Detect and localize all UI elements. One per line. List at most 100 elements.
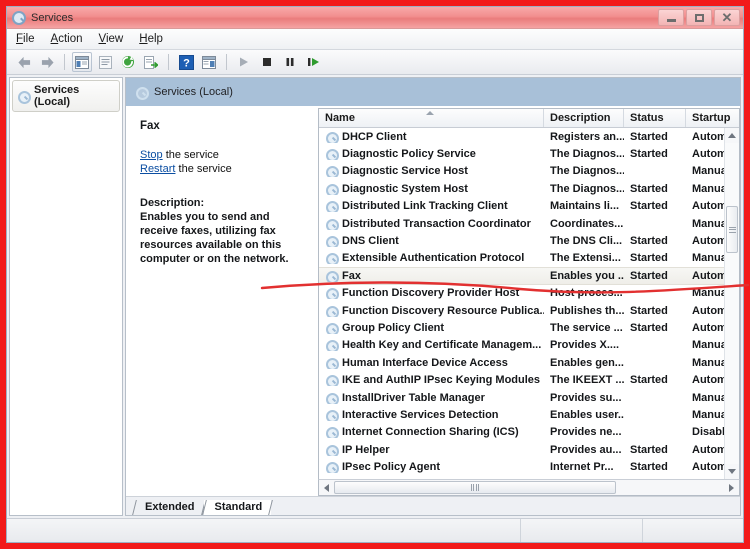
close-button[interactable]: ✕ (714, 9, 740, 26)
export-list-button[interactable] (141, 52, 161, 72)
service-name-label: Extensible Authentication Protocol (342, 252, 525, 265)
service-name-label: IP Helper (342, 443, 390, 456)
help-button[interactable]: ? (176, 52, 196, 72)
cell-description: Registers an... (550, 130, 624, 143)
table-row[interactable]: IKE and AuthIP IPsec Keying Modules The I… (319, 371, 724, 388)
vertical-scroll-thumb[interactable] (726, 206, 738, 253)
menu-item-action[interactable]: Action (51, 33, 83, 45)
horizontal-scroll-thumb[interactable] (334, 481, 616, 494)
forward-button[interactable] (37, 52, 57, 72)
service-name-label: Distributed Transaction Coordinator (342, 217, 531, 230)
toolbar: ? (7, 50, 743, 75)
tab-standard[interactable]: Standard (203, 500, 272, 515)
service-gear-icon (325, 270, 339, 282)
menu-item-view[interactable]: View (99, 33, 124, 45)
stop-service-action: Stop the service (140, 149, 306, 161)
cell-status: Started (630, 182, 668, 195)
table-row[interactable]: Extensible Authentication Protocol The Ex… (319, 250, 724, 267)
scroll-down-button[interactable] (725, 464, 739, 479)
scroll-right-button[interactable] (724, 480, 739, 495)
start-service-button[interactable] (234, 52, 254, 72)
list-horizontal-scrollbar[interactable] (318, 479, 740, 496)
table-row[interactable]: Distributed Transaction Coordinator Coord… (319, 215, 724, 232)
cell-description: Provides X.... (550, 339, 620, 352)
table-row[interactable]: DNS Client The DNS Cli... Started Automa (319, 232, 724, 249)
table-row[interactable]: Diagnostic Service Host The Diagnos... Man… (319, 163, 724, 180)
service-name-label: Diagnostic System Host (342, 182, 468, 195)
show-hide-tree-button[interactable] (72, 52, 92, 72)
maximize-button[interactable] (686, 9, 712, 26)
cell-startup: Automa (692, 130, 724, 143)
service-gear-icon (325, 287, 339, 300)
console-tree-pane: Services (Local) (9, 77, 123, 516)
pane-header-title: Services (Local) (154, 86, 233, 98)
table-row[interactable]: IPsec Policy Agent Internet Pr... Started A… (319, 458, 724, 475)
grip-icon (728, 225, 736, 234)
cell-startup: Automa (692, 200, 724, 213)
sidebar-item-services-local[interactable]: Services (Local) (12, 80, 120, 112)
service-gear-icon (325, 322, 339, 334)
tab-extended[interactable]: Extended (134, 500, 204, 515)
service-name-label: Interactive Services Detection (342, 408, 499, 421)
view-tabs: Extended Standard (126, 496, 740, 515)
restart-service-link[interactable]: Restart (140, 163, 175, 175)
table-row[interactable]: Health Key and Certificate Managem... Pro… (319, 337, 724, 354)
table-row[interactable]: Function Discovery Resource Publica... Pu… (319, 302, 724, 319)
pane-header: Services (Local) (126, 78, 740, 106)
action-pane-icon (202, 55, 216, 69)
table-row[interactable]: Distributed Link Tracking Client Maintain… (319, 198, 724, 215)
table-row[interactable]: Function Discovery Provider Host Host pro… (319, 285, 724, 302)
cell-description: Coordinates... (550, 217, 624, 230)
service-name-label: InstallDriver Table Manager (342, 391, 485, 404)
minimize-button[interactable] (658, 9, 684, 26)
service-name-label: Health Key and Certificate Managem... (342, 339, 542, 352)
pause-service-button[interactable] (280, 52, 300, 72)
cell-description: Enables you ... (550, 269, 624, 282)
scroll-left-button[interactable] (319, 480, 334, 495)
cell-description: Publishes th... (550, 304, 624, 317)
column-header-name[interactable]: Name (319, 109, 544, 127)
cell-startup: Automa (692, 235, 724, 248)
arrow-left-icon (17, 56, 30, 68)
restart-icon (307, 58, 319, 66)
cell-description: Internet Pr... (550, 461, 614, 474)
table-row[interactable]: InstallDriver Table Manager Provides su..… (319, 389, 724, 406)
table-row[interactable]: Interactive Services Detection Enables us… (319, 406, 724, 423)
services-list-pane: Name Description Status Startup DHCP Cli… (318, 106, 740, 496)
cell-status: Started (630, 304, 668, 317)
horizontal-scroll-track[interactable] (334, 480, 724, 495)
menu-item-help[interactable]: Help (139, 33, 163, 45)
back-button[interactable] (14, 52, 34, 72)
table-row[interactable]: Human Interface Device Access Enables gen… (319, 354, 724, 371)
stop-service-link[interactable]: Stop (140, 149, 163, 161)
stop-icon (263, 58, 271, 66)
table-row[interactable]: Group Policy Client The service ... Starte… (319, 319, 724, 336)
show-action-pane-button[interactable] (199, 52, 219, 72)
menu-item-file[interactable]: File (16, 33, 35, 45)
service-gear-icon (325, 444, 339, 456)
vertical-scroll-track[interactable] (725, 143, 739, 464)
services-gear-icon (135, 86, 149, 100)
cell-name: Group Policy Client (319, 322, 544, 334)
restart-service-button[interactable] (303, 52, 323, 72)
table-row[interactable]: Internet Connection Sharing (ICS) Provide… (319, 424, 724, 441)
table-row[interactable]: IP Helper Provides au... Started Automa (319, 441, 724, 458)
table-row[interactable]: Diagnostic System Host The Diagnos... Star… (319, 180, 724, 197)
stop-service-button[interactable] (257, 52, 277, 72)
toolbar-separator (168, 54, 169, 70)
column-header-startup[interactable]: Startup (686, 109, 739, 127)
cell-startup: Automa (692, 148, 724, 161)
cell-description: The Extensi... (550, 252, 621, 265)
column-header-description[interactable]: Description (544, 109, 624, 127)
list-vertical-scrollbar[interactable] (724, 128, 739, 479)
cell-status: Started (630, 252, 668, 265)
sidebar-item-label: Services (Local) (34, 84, 80, 108)
table-row[interactable]: Diagnostic Policy Service The Diagnos... S… (319, 145, 724, 162)
table-row[interactable]: DHCP Client Registers an... Started Automa (319, 128, 724, 145)
table-row[interactable]: Fax Enables you ... Started Automa (319, 267, 724, 285)
refresh-button[interactable] (118, 52, 138, 72)
cell-name: InstallDriver Table Manager (319, 392, 544, 404)
column-header-status[interactable]: Status (624, 109, 686, 127)
properties-button[interactable] (95, 52, 115, 72)
scroll-up-button[interactable] (725, 128, 739, 143)
